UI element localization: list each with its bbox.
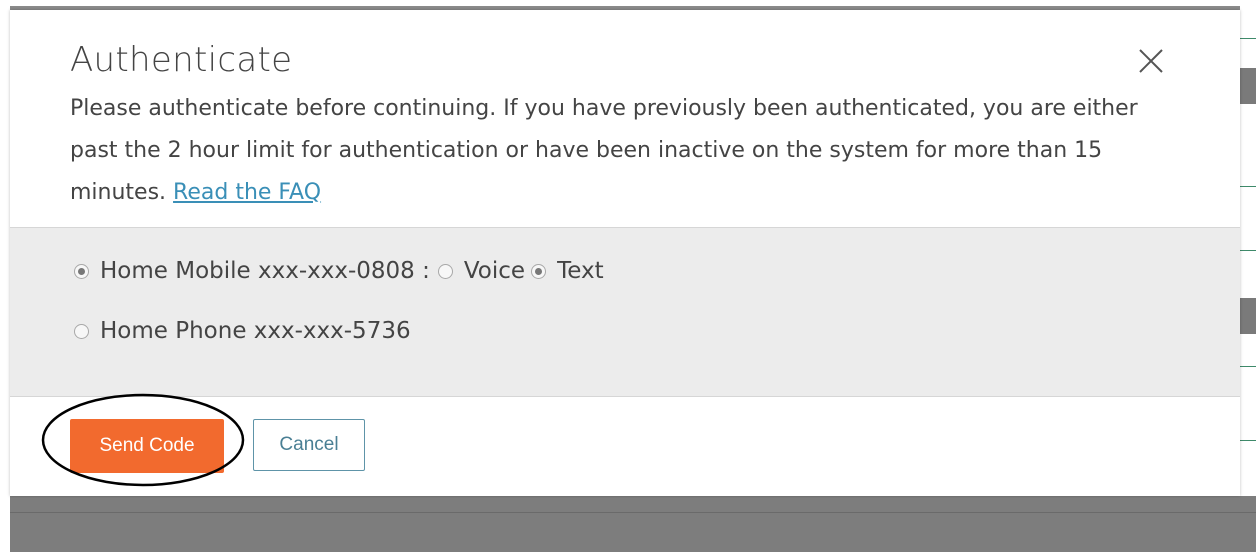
modal-footer: Send Code Cancel [10, 397, 1240, 496]
home-mobile-label: Home Mobile xxx-xxx-0808 : [100, 258, 430, 284]
option-home-phone: Home Phone xxx-xxx-5736 [74, 315, 411, 347]
cancel-button[interactable]: Cancel [253, 419, 365, 471]
voice-label: Voice [463, 258, 526, 284]
modal-message: Please authenticate before continuing. I… [70, 88, 1180, 214]
text-label: Text [557, 258, 604, 284]
underlying-page-right-edge [1240, 0, 1256, 552]
home-phone-radio[interactable] [74, 323, 89, 339]
underlying-page-bottom [10, 496, 1256, 552]
modal-title: Authenticate [70, 40, 293, 80]
option-home-mobile: Home Mobile xxx-xxx-0808 : Voice Text [74, 255, 604, 287]
send-code-button[interactable]: Send Code [70, 419, 224, 473]
contact-options-panel: Home Mobile xxx-xxx-0808 : Voice Text Ho… [10, 227, 1240, 397]
text-radio[interactable] [531, 263, 547, 279]
authenticate-modal: Authenticate Please authenticate before … [10, 10, 1240, 496]
voice-radio[interactable] [437, 263, 453, 279]
home-phone-label: Home Phone xxx-xxx-5736 [100, 318, 411, 344]
close-icon[interactable] [1138, 48, 1164, 74]
home-mobile-radio[interactable] [74, 263, 89, 279]
read-faq-link[interactable]: Read the FAQ [173, 180, 321, 205]
